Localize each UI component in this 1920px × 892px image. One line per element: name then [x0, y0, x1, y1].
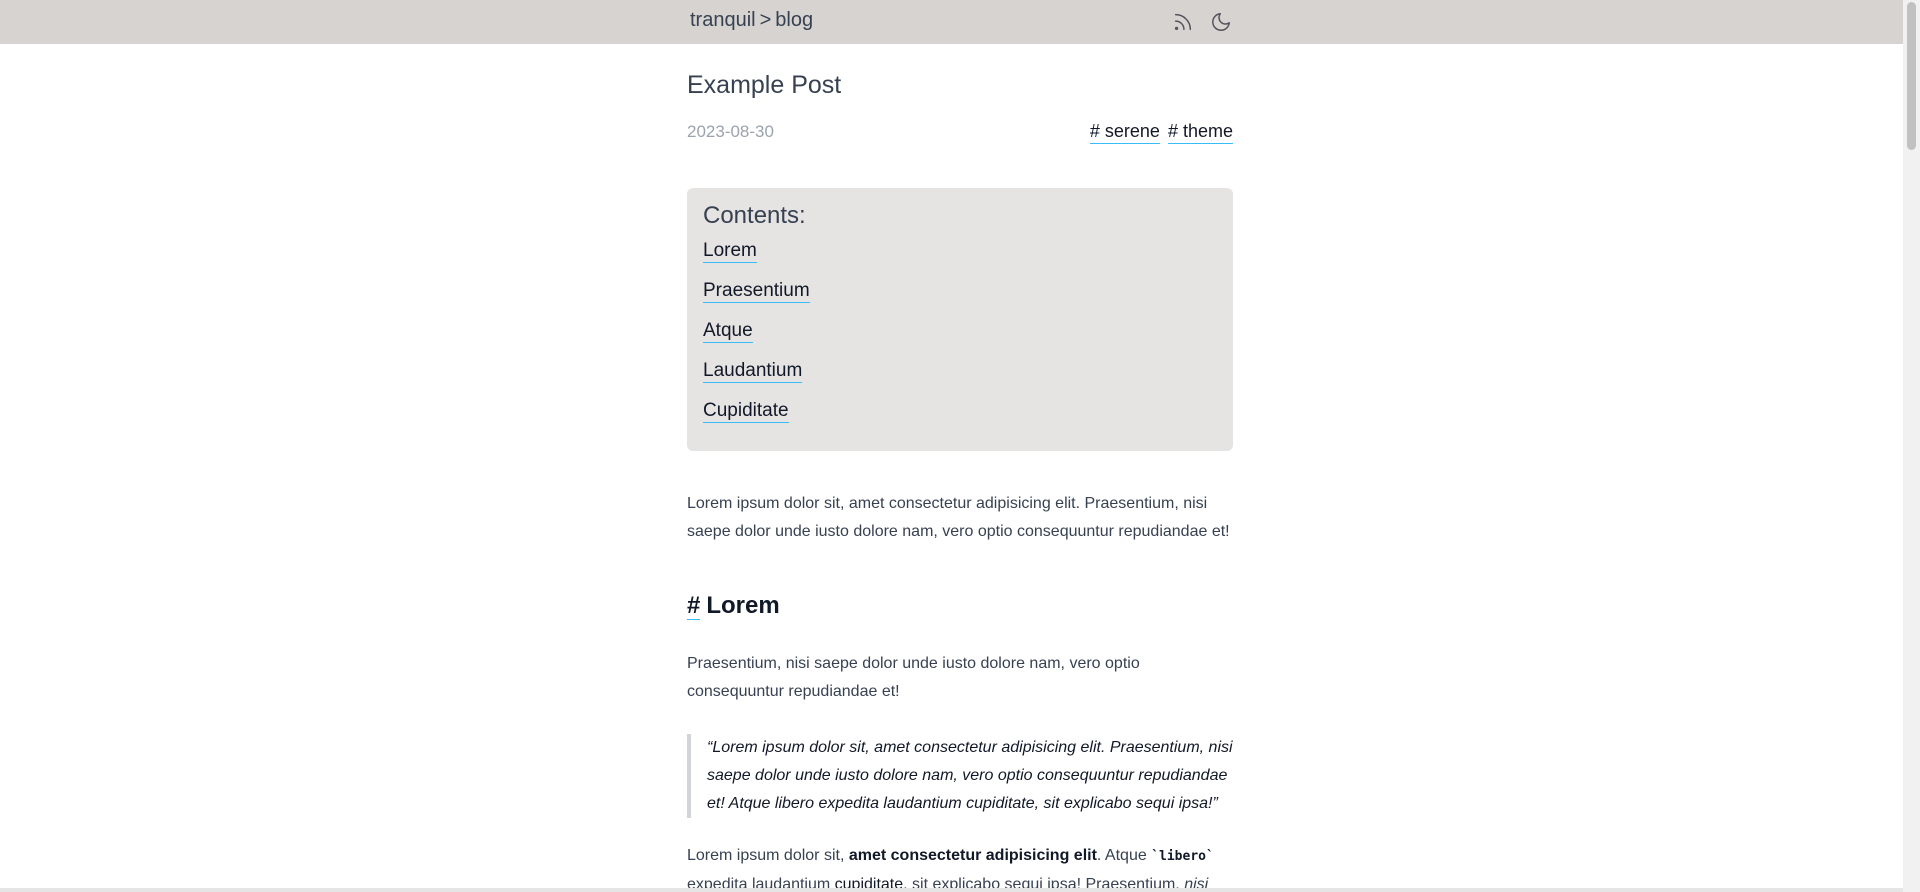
blockquote: “Lorem ipsum dolor sit, amet consectetur…	[687, 734, 1233, 818]
theme-toggle-button[interactable]	[1209, 10, 1233, 34]
rich-text: . Atque	[1096, 847, 1152, 864]
bottom-edge	[0, 888, 1903, 892]
section-heading-text: Lorem	[706, 592, 780, 619]
breadcrumb-section-link[interactable]: blog	[775, 9, 813, 31]
toc-item: Laudantium	[703, 360, 1217, 400]
tag-serene[interactable]: # serene	[1089, 121, 1160, 144]
toc-item: Lorem	[703, 240, 1217, 280]
toc-link-lorem[interactable]: Lorem	[703, 240, 757, 263]
top-bar: tranquil > blog	[0, 0, 1920, 44]
post-tags: # serene # theme	[1089, 121, 1233, 144]
breadcrumb-site-link[interactable]: tranquil	[690, 9, 756, 31]
scrollbar-thumb[interactable]	[1907, 2, 1916, 150]
rich-text: Lorem ipsum dolor sit,	[687, 847, 849, 864]
moon-icon	[1212, 13, 1230, 31]
toc-link-atque[interactable]: Atque	[703, 320, 753, 343]
toc-list: Lorem Praesentium Atque Laudantium Cupid…	[703, 240, 1217, 440]
section-heading-lorem: # Lorem	[687, 592, 780, 620]
top-bar-inner: tranquil > blog	[687, 0, 1233, 44]
rss-icon	[1174, 13, 1192, 31]
heading-anchor-link[interactable]: #	[687, 592, 701, 620]
section-paragraph: Praesentium, nisi saepe dolor unde iusto…	[687, 655, 1140, 700]
toc-link-praesentium[interactable]: Praesentium	[703, 280, 810, 303]
intro-paragraph: Lorem ipsum dolor sit, amet consectetur …	[687, 495, 1230, 540]
rich-paragraph: Lorem ipsum dolor sit, amet consectetur …	[687, 842, 1233, 892]
post-title: Example Post	[687, 71, 842, 99]
top-bar-icons	[1171, 9, 1233, 35]
post-date: 2023-08-30	[687, 122, 774, 141]
rss-button[interactable]	[1171, 10, 1195, 34]
toc-item: Atque	[703, 320, 1217, 360]
toc-link-cupiditate[interactable]: Cupiditate	[703, 400, 789, 423]
table-of-contents: Contents: Lorem Praesentium Atque Laudan…	[687, 188, 1233, 451]
toc-title: Contents:	[703, 202, 806, 229]
breadcrumb: tranquil > blog	[690, 9, 813, 32]
bold-text: amet consectetur adipisicing elit	[848, 847, 1097, 864]
toc-item: Praesentium	[703, 280, 1217, 320]
toc-item: Cupiditate	[703, 400, 1217, 440]
toc-link-laudantium[interactable]: Laudantium	[703, 360, 803, 383]
inline-code: `libero`	[1151, 849, 1214, 864]
page: tranquil > blog Example Post 2023-08-30 …	[0, 0, 1920, 892]
breadcrumb-separator: >	[759, 9, 772, 31]
vertical-scrollbar[interactable]	[1903, 0, 1920, 892]
tag-theme[interactable]: # theme	[1167, 121, 1233, 144]
